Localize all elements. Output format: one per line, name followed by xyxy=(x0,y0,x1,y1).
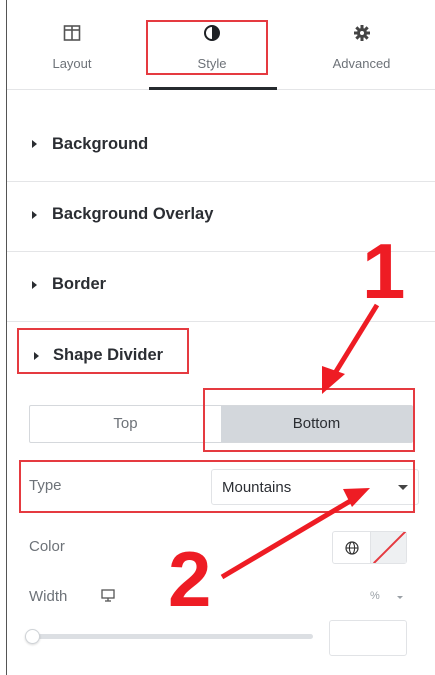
section-background-title: Background xyxy=(52,135,149,153)
width-slider-handle[interactable] xyxy=(25,629,40,644)
no-color-slash-icon xyxy=(373,532,406,563)
color-control: Color xyxy=(7,528,435,568)
caret-right-icon xyxy=(32,140,37,148)
tab-layout-label: Layout xyxy=(52,56,92,71)
highlight-bottom-button xyxy=(203,388,415,452)
global-colors-button[interactable] xyxy=(333,532,371,563)
gear-icon xyxy=(353,25,370,41)
color-label: Color xyxy=(29,538,65,555)
highlight-style-tab xyxy=(146,20,268,75)
section-background-overlay-title: Background Overlay xyxy=(52,205,214,223)
highlight-shape-divider xyxy=(17,328,189,374)
switch-top-button[interactable]: Top xyxy=(30,406,221,442)
tab-layout[interactable]: Layout xyxy=(7,0,137,90)
unit-selector[interactable]: % xyxy=(370,590,380,602)
color-picker xyxy=(332,531,407,564)
width-slider-track[interactable] xyxy=(29,634,313,639)
globe-icon xyxy=(344,540,359,555)
chevron-down-icon xyxy=(397,596,403,599)
desktop-icon[interactable] xyxy=(101,589,115,602)
tab-advanced[interactable]: Advanced xyxy=(287,0,435,90)
width-control: Width % xyxy=(7,580,435,616)
caret-right-icon xyxy=(32,281,37,289)
color-swatch-button[interactable] xyxy=(371,532,406,563)
section-border-title: Border xyxy=(52,275,107,293)
width-label: Width xyxy=(29,588,68,605)
layout-columns-icon xyxy=(63,25,81,41)
step-number-2: 2 xyxy=(168,535,212,623)
step-number-1: 1 xyxy=(362,227,406,315)
width-input[interactable] xyxy=(329,620,407,656)
tab-advanced-label: Advanced xyxy=(332,56,391,71)
active-tab-indicator xyxy=(149,87,277,90)
section-background[interactable]: Background xyxy=(7,110,435,182)
caret-right-icon xyxy=(32,211,37,219)
highlight-type-row xyxy=(19,460,415,513)
